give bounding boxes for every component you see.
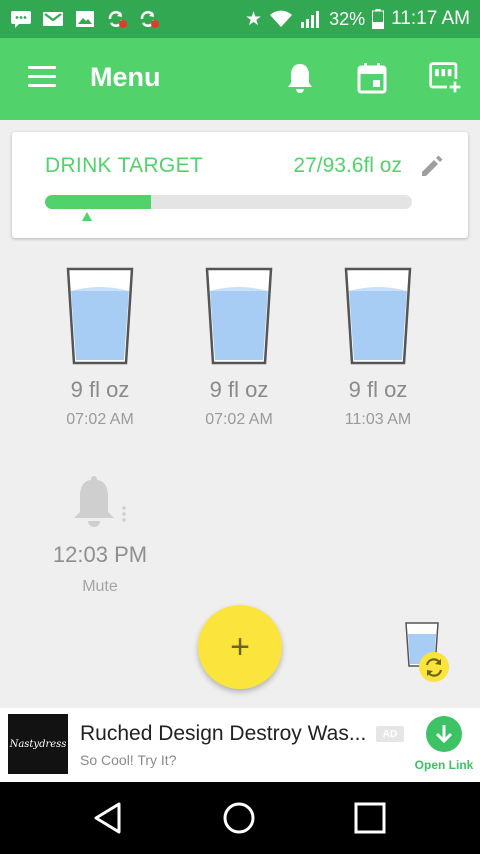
drink-target-card: DRINK TARGET 27/93.6fl oz xyxy=(12,132,468,238)
navigation-bar xyxy=(0,782,480,854)
drink-progress-fill xyxy=(45,195,151,209)
bell-icon[interactable] xyxy=(282,60,318,96)
download-arrow-icon xyxy=(426,716,462,752)
gallery-icon xyxy=(74,10,96,28)
add-cup-icon[interactable] xyxy=(426,60,466,96)
drink-entry[interactable]: 9 fl oz 07:02 AM xyxy=(40,265,160,429)
wifi-icon xyxy=(270,10,293,27)
status-bar: ★ 32% 11:17 AM xyxy=(0,0,480,38)
drink-progress-bar xyxy=(45,195,412,209)
entry-amount: 9 fl oz xyxy=(209,377,269,402)
star-icon: ★ xyxy=(245,8,263,30)
back-icon[interactable] xyxy=(90,800,126,836)
chat-icon xyxy=(10,10,32,28)
bell-muted-icon xyxy=(74,476,126,527)
drink-target-label: DRINK TARGET xyxy=(45,154,204,177)
open-link-button[interactable]: Open Link xyxy=(412,716,476,772)
ad-banner[interactable]: Nastydress Ruched Design Destroy Was... … xyxy=(0,708,480,782)
drink-entry[interactable]: 9 fl oz 11:03 AM xyxy=(318,265,438,429)
gmail-icon xyxy=(42,10,64,28)
water-glass-icon xyxy=(344,267,412,365)
clock: 11:17 AM xyxy=(391,8,470,29)
entry-time: 07:02 AM xyxy=(66,411,134,428)
battery-icon xyxy=(372,9,385,29)
ad-subtitle: So Cool! Try It? xyxy=(80,752,177,768)
water-glass-icon xyxy=(205,267,273,365)
reminder-status: Mute xyxy=(82,578,118,595)
calendar-icon[interactable] xyxy=(354,60,390,96)
pencil-icon[interactable] xyxy=(418,152,446,180)
entry-time: 11:03 AM xyxy=(344,411,412,428)
ad-thumbnail: Nastydress xyxy=(8,714,68,774)
reminder-entry[interactable]: 12:03 PM Mute xyxy=(40,474,160,596)
sync-alert-icon xyxy=(106,10,128,28)
drink-entry[interactable]: 9 fl oz 07:02 AM xyxy=(179,265,299,429)
sync-alert-icon xyxy=(138,10,160,28)
home-icon[interactable] xyxy=(221,800,257,836)
add-drink-button[interactable]: + xyxy=(198,605,282,689)
ad-badge: AD xyxy=(376,726,404,742)
entry-amount: 9 fl oz xyxy=(70,377,130,402)
ad-title: Ruched Design Destroy Was... xyxy=(80,722,367,745)
switch-cup-icon[interactable] xyxy=(402,620,452,686)
signal-icon xyxy=(301,11,320,28)
progress-marker xyxy=(82,212,92,221)
app-bar: Menu xyxy=(0,38,480,120)
drink-target-amount: 27/93.6fl oz xyxy=(293,154,402,177)
menu-icon[interactable] xyxy=(28,66,56,88)
water-glass-icon xyxy=(66,267,134,365)
reminder-time: 12:03 PM xyxy=(52,542,148,567)
open-link-label: Open Link xyxy=(414,758,474,772)
entry-time: 07:02 AM xyxy=(205,411,273,428)
recents-icon[interactable] xyxy=(352,800,388,836)
entry-amount: 9 fl oz xyxy=(348,377,408,402)
page-title: Menu xyxy=(90,62,161,92)
battery-percent: 32% xyxy=(329,8,366,29)
